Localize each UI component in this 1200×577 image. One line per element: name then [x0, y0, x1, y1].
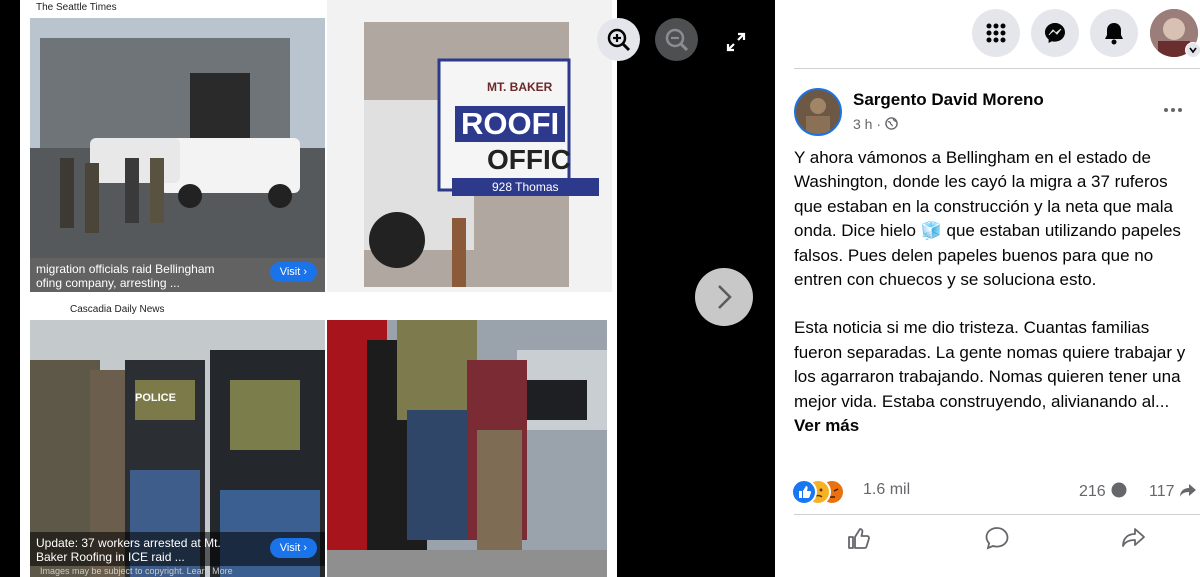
grid-icon	[986, 23, 1006, 43]
visit-button[interactable]: Visit ›	[269, 262, 317, 282]
notifications-button[interactable]	[1090, 9, 1138, 57]
share-icon	[1122, 528, 1145, 547]
author-avatar[interactable]	[794, 88, 842, 136]
police-label: POLICE	[135, 392, 176, 404]
post-text: Y ahora vámonos a Bellingham en el estad…	[794, 146, 1200, 438]
expand-icon	[726, 32, 746, 52]
image-tile-1: The Seattle Times migration officials ra…	[30, 0, 325, 292]
image-tile-3: Cascadia Daily News POLICE Update: 37 wo…	[30, 300, 325, 577]
divider	[794, 514, 1200, 515]
copyright-note: Images may be subject to copyright. Lear…	[40, 566, 233, 576]
globe-icon	[885, 117, 898, 130]
zoom-out-button[interactable]	[655, 18, 698, 61]
messenger-icon	[1045, 23, 1065, 43]
shares-count[interactable]: 117	[1149, 481, 1197, 501]
post-paragraph: Esta noticia si me dio tristeza. Cuantas…	[794, 318, 1186, 411]
photo-viewer: The Seattle Times migration officials ra…	[0, 0, 775, 577]
zoom-in-button[interactable]	[597, 18, 640, 61]
comment-icon	[985, 527, 1009, 550]
chevron-down-icon	[1189, 47, 1197, 54]
like-reaction-icon	[791, 479, 817, 505]
post-time[interactable]: 3 h	[853, 116, 872, 132]
messenger-button[interactable]	[1031, 9, 1079, 57]
visit-button[interactable]: Visit ›	[269, 538, 317, 558]
post-meta: 3 h ·	[853, 116, 898, 132]
comment-button[interactable]	[983, 524, 1013, 554]
arrest-photo	[327, 320, 607, 577]
post-image: The Seattle Times migration officials ra…	[20, 0, 617, 577]
like-button[interactable]	[845, 524, 875, 554]
share-button[interactable]	[1120, 524, 1150, 554]
sign-main-text: ROOFI	[455, 106, 566, 142]
chevron-right-icon	[718, 285, 732, 309]
sign-sub-text: OFFIC	[487, 144, 571, 175]
comment-bubble-icon	[1111, 482, 1127, 498]
meta-separator: ·	[876, 116, 882, 132]
sign-address: 928 Thomas	[452, 178, 599, 196]
comments-count-value: 216	[1079, 483, 1106, 500]
image-tile-2: MT. BAKER ROOFI OFFIC 928 Thomas	[327, 0, 612, 292]
thumbs-up-icon	[848, 528, 870, 549]
divider	[794, 68, 1200, 69]
fullscreen-button[interactable]	[722, 28, 750, 56]
author-picture-icon	[796, 90, 840, 134]
post-options-button[interactable]	[1163, 96, 1183, 119]
post-paragraph: Y ahora vámonos a Bellingham en el estad…	[794, 148, 1181, 290]
shares-count-value: 117	[1149, 483, 1175, 500]
building-photo	[30, 18, 325, 258]
more-options-icon	[1164, 108, 1182, 112]
zoom-out-icon	[665, 28, 688, 51]
menu-button[interactable]	[972, 9, 1020, 57]
zoom-in-icon	[607, 28, 630, 51]
reactions-count[interactable]: 1.6 mil	[863, 481, 910, 499]
see-more-link[interactable]: Ver más	[794, 416, 859, 435]
tile-source: The Seattle Times	[36, 2, 117, 13]
account-dropdown[interactable]	[1185, 42, 1200, 58]
share-arrow-icon	[1179, 484, 1196, 497]
tile-source: Cascadia Daily News	[70, 304, 165, 315]
image-tile-4	[327, 320, 607, 577]
comments-count[interactable]: 216	[1079, 481, 1128, 501]
sign-top-text: MT. BAKER	[487, 80, 553, 94]
author-name[interactable]: Sargento David Moreno	[853, 90, 1044, 110]
bell-icon	[1105, 23, 1123, 45]
next-photo-button[interactable]	[695, 268, 753, 326]
